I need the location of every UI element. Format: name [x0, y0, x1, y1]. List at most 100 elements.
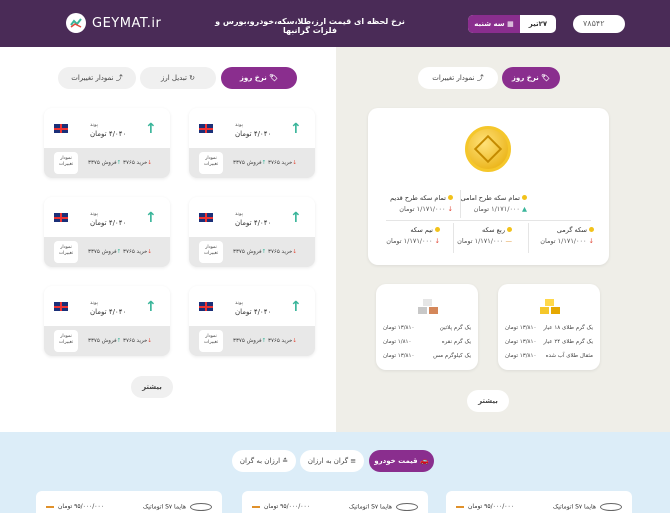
coin-quarter: ربع سکه — ۱/۱۷۱/۰۰۰ تومان — [457, 226, 512, 245]
price-row: یک گرم پلاتین ۱۳/۸۱۰ تومان — [383, 325, 471, 331]
arrow-down-icon: ↓ — [586, 237, 594, 245]
buy-sell: ↓خرید ۳۷۶۵ ↑فروش ۳۳۷۵ — [233, 160, 298, 166]
arrow-down-icon: ↓ — [147, 160, 153, 166]
currency-card[interactable]: پوند ۴/۰۴۰ تومان ↑ نمودار تغییرات ↓خرید … — [44, 108, 170, 178]
arrow-up-icon: ▲ — [519, 205, 527, 213]
car-icon: 🚗 — [417, 457, 429, 465]
currency-card[interactable]: پوند ۴/۰۴۰ تومان ↑ نمودار تغییرات ↓خرید … — [189, 197, 315, 267]
dash-icon — [456, 505, 464, 508]
chart-icon: ⤴ — [113, 74, 123, 82]
coin-icon — [522, 195, 527, 200]
car-brand-icon — [190, 503, 212, 511]
uk-flag-icon — [199, 213, 213, 222]
dash-icon — [252, 505, 260, 508]
sort-expensive-to-cheap[interactable]: ≡ گران به ارزان — [300, 450, 364, 472]
arrow-down-icon: ↓ — [292, 338, 298, 344]
chart-button[interactable]: نمودار تغییرات — [54, 241, 78, 263]
price-row: مثقال طلای آب شده ۱۳/۸۱۰ تومان — [505, 353, 593, 359]
tag-icon: 🏷 — [266, 74, 279, 82]
refresh-icon: ↻ — [186, 74, 195, 82]
chart-button[interactable]: نمودار تغییرات — [199, 330, 223, 352]
tag-icon: 🏷 — [538, 74, 551, 82]
more-button-currencies[interactable]: بیشتر — [131, 376, 173, 398]
logo-icon — [66, 13, 86, 33]
buy-sell: ↓خرید ۳۷۶۵ ↑فروش ۳۳۷۵ — [88, 338, 153, 344]
currency-card[interactable]: پوند ۴/۰۴۰ تومان ↑ نمودار تغییرات ↓خرید … — [189, 286, 315, 356]
currency-price: ۴/۰۴۰ تومان — [90, 130, 127, 138]
date-weekday: ▦ سه شنبه — [468, 15, 520, 33]
currency-price: ۴/۰۴۰ تومان — [235, 308, 272, 316]
arrow-up-icon: ↑ — [145, 121, 157, 137]
sort-icon: ≛ — [280, 457, 289, 465]
arrow-down-icon: ↓ — [147, 249, 153, 255]
more-button-gold[interactable]: بیشتر — [467, 390, 509, 412]
price-row: یک گرم نقره ۱/۸۱۰ تومان — [383, 339, 471, 345]
chart-icon: ⤴ — [474, 74, 484, 82]
currency-name: پوند — [235, 122, 243, 128]
price-row: یک گرم طلای ۱۸ عیار ۱۳/۸۱۰ تومان — [505, 325, 593, 331]
arrow-up-icon: ↑ — [116, 160, 122, 166]
site-logo[interactable]: GEYMAT.ir — [66, 13, 161, 33]
sort-icon: ≡ — [348, 457, 357, 465]
arrow-down-icon: ↓ — [432, 237, 440, 245]
page-title: نرخ لحظه ای قیمت ارز،طلا،سکه،خودرو،بورس … — [215, 17, 405, 35]
car-item[interactable]: هایما S۷ اتوماتیک ۹۵/۰۰۰/۰۰۰ تومان — [446, 491, 632, 521]
tab-daily-rate-right[interactable]: 🏷 نرخ روز — [502, 67, 560, 89]
currency-name: پوند — [90, 300, 98, 306]
dash-icon — [46, 505, 54, 508]
header: GEYMAT.ir نرخ لحظه ای قیمت ارز،طلا،سکه،خ… — [0, 0, 670, 47]
chart-button[interactable]: نمودار تغییرات — [54, 152, 78, 174]
calendar-icon: ▦ — [504, 20, 514, 28]
car-item[interactable]: هایما S۷ اتوماتیک ۹۵/۰۰۰/۰۰۰ تومان — [242, 491, 428, 521]
tab-convert[interactable]: ↻ تبدیل ارز — [140, 67, 216, 89]
tab-car-price[interactable]: 🚗 قیمت خودرو — [369, 450, 434, 472]
arrow-up-icon: ↑ — [290, 210, 302, 226]
arrow-down-icon: ↓ — [292, 160, 298, 166]
arrow-up-icon: ↑ — [261, 160, 267, 166]
coin-card: تمام سکه طرح امامی ▲ ۱/۱۷۱/۰۰۰ تومان تما… — [368, 108, 609, 265]
car-item[interactable]: هایما S۷ اتوماتیک ۹۵/۰۰۰/۰۰۰ تومان — [36, 491, 222, 521]
currency-name: پوند — [90, 211, 98, 217]
currency-card[interactable]: پوند ۴/۰۴۰ تومان ↑ نمودار تغییرات ↓خرید … — [44, 286, 170, 356]
uk-flag-icon — [199, 302, 213, 311]
currency-price: ۴/۰۴۰ تومان — [235, 219, 272, 227]
arrow-up-icon: ↑ — [261, 249, 267, 255]
chart-button[interactable]: نمودار تغییرات — [199, 152, 223, 174]
search-input[interactable]: ۷۸۵۴۲ — [573, 15, 625, 33]
uk-flag-icon — [54, 213, 68, 222]
uk-flag-icon — [54, 302, 68, 311]
buy-sell: ↓خرید ۳۷۶۵ ↑فروش ۳۳۷۵ — [233, 249, 298, 255]
buy-sell: ↓خرید ۳۷۶۵ ↑فروش ۳۳۷۵ — [233, 338, 298, 344]
uk-flag-icon — [54, 124, 68, 133]
tab-daily-rate[interactable]: 🏷 نرخ روز — [221, 67, 297, 89]
arrow-down-icon: ↓ — [445, 205, 453, 213]
gold-card: یک گرم طلای ۱۸ عیار ۱۳/۸۱۰ تومان یک گرم طل… — [498, 284, 600, 370]
currency-name: پوند — [235, 300, 243, 306]
arrow-down-icon: ↓ — [292, 249, 298, 255]
coin-full-new: تمام سکه طرح امامی ▲ ۱/۱۷۱/۰۰۰ تومان — [460, 194, 527, 213]
tab-chart-right[interactable]: ⤴ نمودار تغییرات — [418, 67, 498, 89]
chart-button[interactable]: نمودار تغییرات — [54, 330, 78, 352]
currency-card[interactable]: پوند ۴/۰۴۰ تومان ↑ نمودار تغییرات ↓خرید … — [189, 108, 315, 178]
coin-full-old: تمام سکه طرح قدیم ↓ ۱/۱۷۱/۰۰۰ تومان — [390, 194, 453, 213]
car-brand-icon — [600, 503, 622, 511]
sort-cheap-to-expensive[interactable]: ≛ ارزان به گران — [232, 450, 296, 472]
date-day: ۲۷تیر — [528, 20, 548, 28]
buy-sell: ↓خرید ۳۷۶۵ ↑فروش ۳۳۷۵ — [88, 160, 153, 166]
logo-text: GEYMAT.ir — [92, 15, 162, 31]
metals-card: یک گرم پلاتین ۱۳/۸۱۰ تومان یک گرم نقره ۱/۸۱… — [376, 284, 478, 370]
price-row: یک کیلوگرم مس ۱۳/۸۱۰ تومان — [383, 353, 471, 359]
price-row: یک گرم طلای ۲۴ عیار ۱۳/۸۱۰ تومان — [505, 339, 593, 345]
tab-chart[interactable]: ⤴ نمودار تغییرات — [58, 67, 136, 89]
arrow-up-icon: ↑ — [290, 299, 302, 315]
chart-button[interactable]: نمودار تغییرات — [199, 241, 223, 263]
arrow-down-icon: ↓ — [147, 338, 153, 344]
currency-price: ۴/۰۴۰ تومان — [90, 219, 127, 227]
coin-icon — [507, 227, 512, 232]
arrow-up-icon: ↑ — [261, 338, 267, 344]
uk-flag-icon — [199, 124, 213, 133]
arrow-up-icon: ↑ — [145, 299, 157, 315]
arrow-up-icon: ↑ — [290, 121, 302, 137]
arrow-up-icon: ↑ — [116, 249, 122, 255]
currency-card[interactable]: پوند ۴/۰۴۰ تومان ↑ نمودار تغییرات ↓خرید … — [44, 197, 170, 267]
